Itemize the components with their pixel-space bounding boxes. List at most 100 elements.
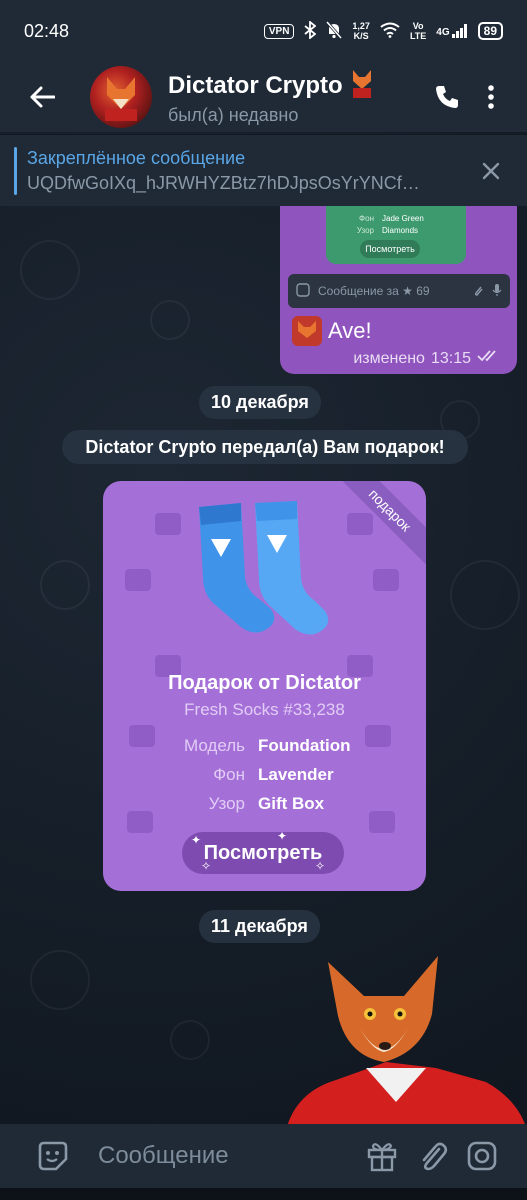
close-pinned-button[interactable] — [469, 149, 513, 193]
pinned-message[interactable]: Закреплённое сообщение UQDfwGoIXq_hJRWHY… — [0, 134, 527, 206]
header-texts[interactable]: Dictator Crypto был(а) недавно — [168, 68, 425, 126]
camera-button[interactable] — [457, 1131, 507, 1181]
more-vertical-icon — [488, 85, 494, 109]
pinned-title: Закреплённое сообщение — [27, 147, 246, 168]
background-doodle — [20, 240, 80, 300]
status-bar: 02:48 VPN 1,27 K/S Vo LTE 4G 89 — [0, 0, 527, 62]
screenshot-row-value: Jade Green — [382, 214, 424, 223]
attribute-key: Фон — [213, 765, 245, 784]
chat-name: Dictator Crypto — [168, 71, 343, 99]
phone-icon — [436, 86, 458, 108]
paperclip-icon — [422, 1142, 448, 1171]
sparkle-icon: ✧ — [315, 859, 326, 873]
camera-icon — [467, 1141, 497, 1171]
gift-subtitle: Fresh Socks #33,238 — [184, 700, 345, 719]
system-nav-bar — [0, 1188, 527, 1200]
arrow-left-icon — [30, 86, 55, 108]
screenshot-row-key: Фон — [359, 214, 374, 223]
screenshot-view-button: Посмотреть — [360, 240, 420, 258]
speed-unit: K/S — [353, 31, 369, 41]
screenshot-star-price: ★ 69 — [402, 284, 430, 298]
screenshot-input: Сообщение за ★ 69 — [288, 274, 510, 308]
gift-pattern-icon — [125, 569, 151, 591]
emoji-button[interactable] — [28, 1131, 78, 1181]
fox-sticker-icon[interactable] — [256, 952, 527, 1130]
volte-top: Vo — [412, 21, 424, 31]
sticker-smile-icon — [38, 1141, 68, 1171]
call-button[interactable] — [425, 75, 469, 119]
sticker-icon — [296, 282, 310, 300]
outgoing-message[interactable]: Фон Jade Green Узор Diamonds Посмотреть … — [280, 206, 517, 374]
attribute-value: Gift Box — [258, 794, 325, 813]
background-doodle — [450, 560, 520, 630]
gift-attribute-background: Фон Lavender — [103, 765, 426, 785]
background-doodle — [150, 300, 190, 340]
message-body: Ave! — [292, 316, 372, 346]
background-doodle — [170, 1020, 210, 1060]
fox-emoji-icon — [292, 316, 322, 346]
background-doodle — [40, 560, 90, 610]
sparkle-icon: ✦ — [191, 833, 202, 847]
wifi-icon — [380, 22, 400, 41]
gift-pattern-icon — [155, 513, 181, 535]
battery-level: 89 — [477, 22, 503, 40]
socks-icon — [199, 501, 329, 635]
screenshot-row-key: Узор — [356, 226, 374, 235]
gift-icon — [367, 1143, 397, 1172]
attach-button[interactable] — [407, 1131, 457, 1181]
sparkle-icon: ✧ — [201, 859, 212, 873]
gift-attribute-pattern: Узор Gift Box — [103, 794, 426, 814]
status-time: 02:48 — [24, 20, 70, 41]
attribute-key: Модель — [183, 736, 245, 755]
status-icons: VPN 1,27 K/S Vo LTE 4G 89 — [263, 19, 503, 42]
message-text: Ave! — [328, 318, 372, 343]
more-button[interactable] — [469, 75, 513, 119]
message-composer: Сообщение — [0, 1124, 527, 1188]
screenshot-input-placeholder: Сообщение за ★ 69 — [318, 284, 464, 298]
gift-pattern-icon — [347, 513, 373, 535]
date-separator: 11 декабря — [199, 910, 320, 943]
edited-label: изменено — [353, 349, 425, 367]
paperclip-icon — [472, 283, 484, 300]
fox-emoji-icon — [349, 68, 375, 103]
screenshot-row: Узор Diamonds — [346, 226, 418, 235]
gift-pattern-icon — [127, 811, 153, 833]
gift-pattern-icon — [373, 569, 399, 591]
vpn-badge: VPN — [263, 23, 295, 39]
sparkle-icon: ✦ — [277, 829, 288, 843]
screenshot-row-value: Diamonds — [382, 226, 419, 235]
service-message: Dictator Crypto передал(а) Вам подарок! — [62, 430, 468, 464]
background-doodle — [30, 950, 90, 1010]
gift-attribute-model: Модель Foundation — [103, 736, 426, 756]
view-gift-label: Посмотреть — [203, 841, 323, 864]
attribute-value: Lavender — [258, 765, 334, 784]
screenshot-placeholder-text: Сообщение за — [318, 284, 399, 298]
chat-status: был(а) недавно — [168, 105, 299, 125]
signal-icon: 4G — [436, 24, 467, 38]
speed-value: 1,27 — [352, 21, 370, 31]
gift-card[interactable]: подарок Подарок от Dictator Fresh Socks … — [103, 481, 426, 891]
pinned-indicator — [14, 146, 17, 195]
avatar[interactable] — [90, 66, 152, 128]
gift-pattern-icon — [369, 811, 395, 833]
message-input[interactable]: Сообщение — [98, 1142, 357, 1170]
double-check-icon — [477, 349, 501, 368]
bluetooth-icon — [304, 19, 317, 42]
message-meta: изменено 13:15 — [353, 349, 501, 368]
attribute-key: Узор — [208, 794, 245, 813]
chat-header: Dictator Crypto был(а) недавно — [0, 62, 527, 132]
volte-bottom: LTE — [409, 31, 427, 41]
network-type: 4G — [436, 27, 450, 38]
attribute-value: Foundation — [258, 736, 351, 755]
gift-button[interactable] — [357, 1131, 407, 1181]
message-time: 13:15 — [430, 349, 471, 367]
screenshot-row: Фон Jade Green — [346, 214, 424, 223]
gift-title: Подарок от Dictator — [168, 672, 361, 694]
volte-indicator: Vo LTE — [410, 21, 426, 41]
pinned-text: UQDfwGoIXq_hJRWHYZBtz7hDJpsOsYrYNCf… — [27, 172, 420, 193]
back-button[interactable] — [22, 77, 62, 117]
fox-avatar-icon — [105, 77, 137, 121]
network-speed: 1,27 K/S — [352, 21, 370, 41]
mute-bell-icon — [326, 20, 343, 42]
gift-ribbon: подарок — [331, 481, 426, 569]
